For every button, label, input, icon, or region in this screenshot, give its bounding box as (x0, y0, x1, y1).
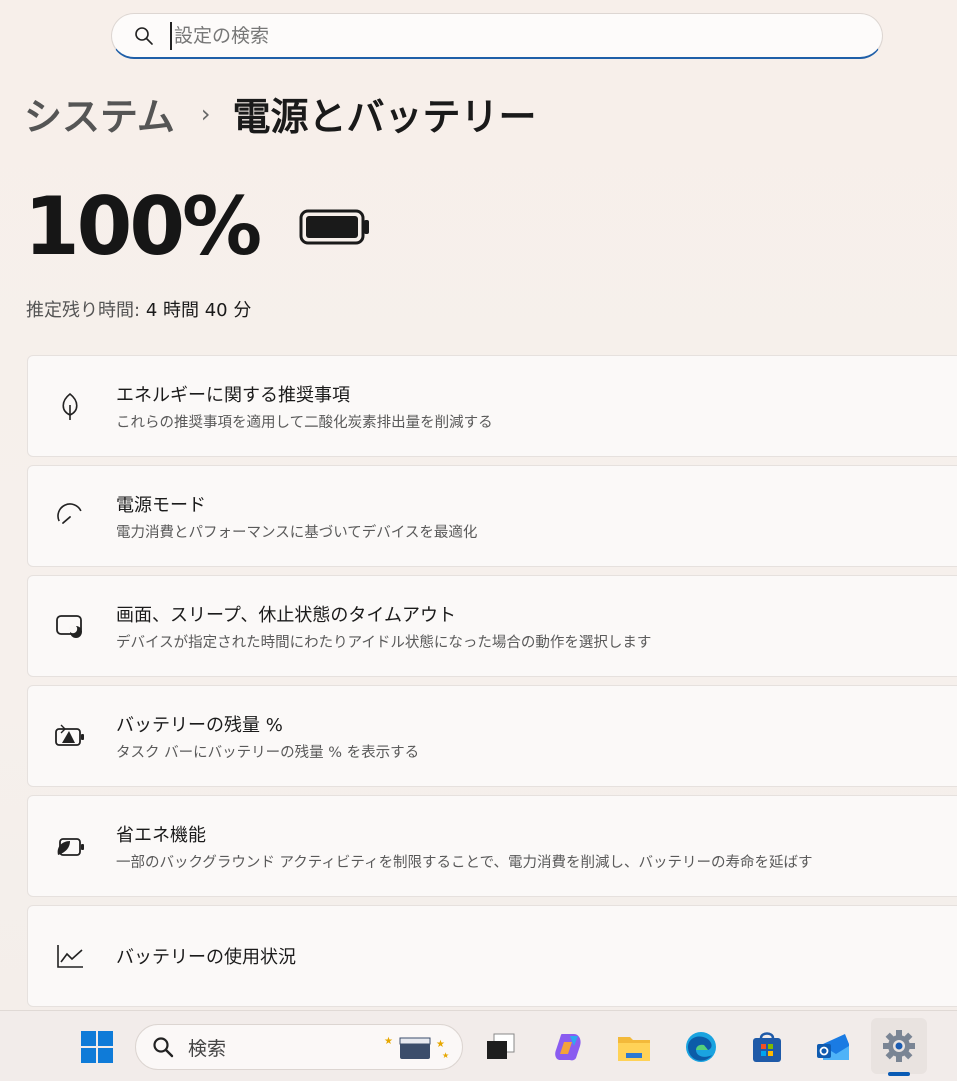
settings-list: エネルギーに関する推奨事項 これらの推奨事項を適用して二酸化炭素排出量を削減する… (27, 355, 957, 1015)
file-explorer-icon[interactable] (615, 1028, 653, 1066)
card-description: デバイスが指定された時間にわたりアイドル状態になった場合の動作を選択します (116, 634, 652, 651)
card-power-mode[interactable]: 電源モード 電力消費とパフォーマンスに基づいてデバイスを最適化 (27, 465, 957, 567)
estimated-time-remaining: 推定残り時間: 4 時間 40 分 (26, 296, 251, 322)
outlook-icon[interactable] (814, 1028, 852, 1066)
battery-full-icon (299, 209, 370, 244)
taskbar: 検索 ★ ★ ★ (0, 1010, 957, 1081)
breadcrumb-parent-link[interactable]: システム (24, 86, 175, 141)
edge-icon[interactable] (682, 1028, 720, 1066)
card-description: 電力消費とパフォーマンスに基づいてデバイスを最適化 (116, 524, 478, 541)
settings-taskbar-button[interactable] (871, 1018, 927, 1076)
svg-text:★: ★ (384, 1036, 393, 1047)
card-description: タスク バーにバッテリーの残量 % を表示する (116, 744, 420, 761)
battery-percent-icon (54, 720, 86, 752)
copilot-icon[interactable] (550, 1028, 588, 1066)
remaining-label: 推定残り時間: (26, 300, 141, 321)
svg-text:★: ★ (436, 1039, 445, 1050)
card-title: エネルギーに関する推奨事項 (116, 384, 350, 406)
card-title: バッテリーの使用状況 (116, 947, 296, 968)
card-description: 一部のバックグラウンド アクティビティを制限することで、電力消費を削減し、バッテ… (116, 854, 813, 871)
search-highlight-icon: ★ ★ ★ (384, 1036, 449, 1060)
settings-search[interactable] (111, 13, 883, 59)
page-title: 電源とバッテリー (232, 95, 537, 139)
search-icon (135, 26, 153, 45)
battery-percent: 100% (24, 180, 262, 273)
task-view-icon[interactable] (482, 1028, 520, 1066)
search-icon (153, 1037, 174, 1058)
power-mode-icon (54, 500, 86, 532)
breadcrumb-separator: › (200, 99, 211, 128)
svg-text:★: ★ (442, 1051, 449, 1060)
breadcrumb: システム › 電源とバッテリー (24, 86, 537, 141)
active-indicator (888, 1072, 910, 1076)
card-energy-saver[interactable]: 省エネ機能 一部のバックグラウンド アクティビティを制限することで、電力消費を削… (27, 795, 957, 897)
card-title: 画面、スリープ、休止状態のタイムアウト (116, 604, 457, 626)
card-title: 省エネ機能 (116, 824, 206, 846)
card-title: 電源モード (116, 494, 206, 516)
taskbar-search[interactable]: 検索 ★ ★ ★ (135, 1024, 463, 1070)
card-battery-usage[interactable]: バッテリーの使用状況 (27, 905, 957, 1007)
card-screen-sleep-timeout[interactable]: 画面、スリープ、休止状態のタイムアウト デバイスが指定された時間にわたりアイドル… (27, 575, 957, 677)
taskbar-search-label: 検索 (188, 1037, 227, 1060)
card-energy-recommendations[interactable]: エネルギーに関する推奨事項 これらの推奨事項を適用して二酸化炭素排出量を削減する (27, 355, 957, 457)
card-title: バッテリーの残量 % (116, 714, 283, 736)
battery-status: 100% (24, 180, 371, 273)
usage-chart-icon (54, 940, 86, 972)
card-battery-percentage[interactable]: バッテリーの残量 % タスク バーにバッテリーの残量 % を表示する (27, 685, 957, 787)
remaining-value: 4 時間 40 分 (145, 300, 252, 321)
energy-saver-icon (54, 830, 86, 862)
search-input[interactable] (170, 21, 776, 50)
store-icon[interactable] (748, 1028, 786, 1066)
screen-sleep-icon (54, 610, 86, 642)
card-description: これらの推奨事項を適用して二酸化炭素排出量を削減する (116, 414, 493, 431)
settings-icon (883, 1030, 915, 1062)
windows-start-icon[interactable] (78, 1028, 116, 1066)
leaf-icon (54, 390, 86, 422)
